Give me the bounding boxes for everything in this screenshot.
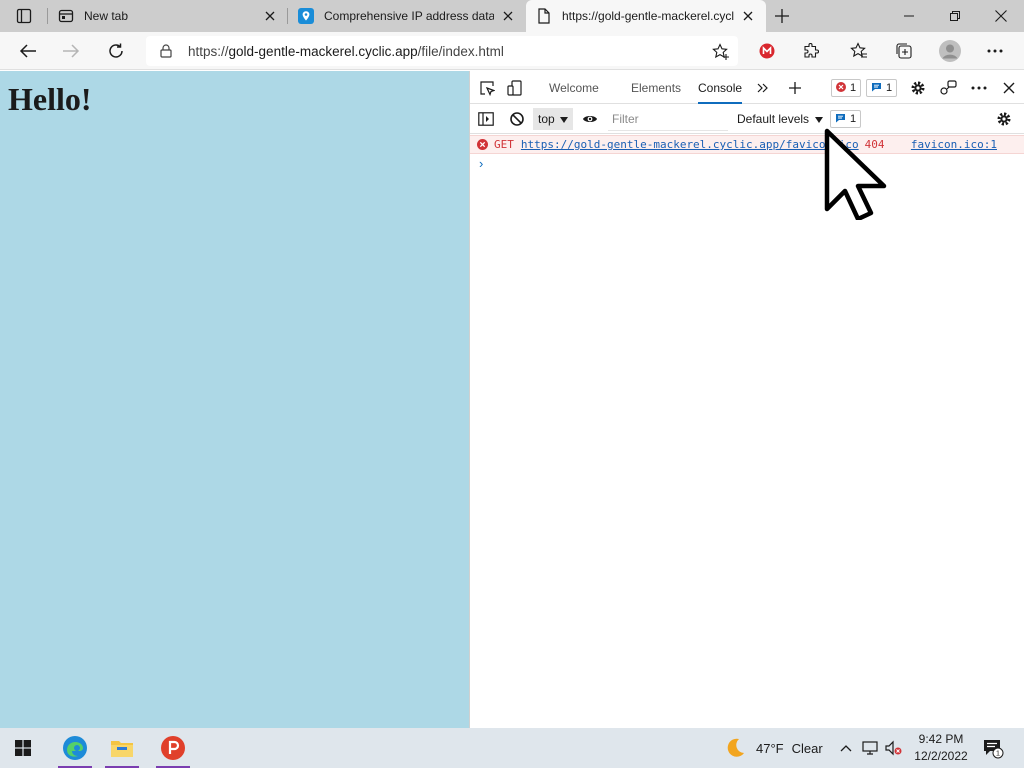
clock-time: 9:42 PM	[918, 732, 964, 746]
device-emulation-icon[interactable]	[505, 78, 525, 98]
profile-avatar-icon[interactable]	[935, 36, 965, 66]
address-bar[interactable]: https://gold-gentle-mackerel.cyclic.app/…	[146, 36, 738, 66]
close-tab-icon[interactable]	[262, 8, 278, 24]
source-location-link[interactable]: favicon.ico:1	[911, 138, 997, 151]
console-settings-gear-icon[interactable]	[994, 109, 1014, 129]
live-expression-eye-icon[interactable]	[580, 109, 600, 129]
file-explorer-folder-icon[interactable]	[99, 728, 145, 768]
request-method: GET	[494, 138, 514, 151]
notification-center-icon[interactable]: 1	[982, 728, 1004, 768]
issues-count: 1	[850, 113, 857, 125]
notification-count: 1	[996, 749, 1000, 758]
taskbar: 47°F Clear 9:42 PM 12/2/2022 1	[0, 728, 1024, 768]
close-tab-icon[interactable]	[740, 8, 756, 24]
more-tabs-chevron-icon[interactable]	[753, 78, 773, 98]
weather-description: Clear	[791, 740, 823, 756]
dropdown-triangle-icon	[815, 112, 824, 126]
taskbar-clock[interactable]: 9:42 PM 12/2/2022	[908, 731, 974, 765]
postman-app-icon[interactable]	[150, 728, 196, 768]
tab-console[interactable]: Console	[698, 71, 743, 104]
network-icon[interactable]	[862, 728, 878, 768]
page-document-icon	[536, 8, 552, 24]
tab-title: Comprehensive IP address data,	[324, 9, 494, 23]
log-levels-label: Default levels	[737, 112, 810, 126]
close-devtools-icon[interactable]	[999, 78, 1019, 98]
console-toolbar: top Default levels 1	[470, 104, 1024, 134]
lock-icon[interactable]	[158, 43, 174, 59]
url-host: gold-gentle-mackerel.cyclic.app	[228, 43, 418, 59]
log-levels-dropdown[interactable]: Default levels	[737, 108, 824, 130]
tab-title: New tab	[84, 9, 129, 23]
issues-message-icon	[835, 113, 846, 126]
weather-temperature: 47°F	[756, 740, 784, 756]
message-count: 1	[886, 82, 893, 94]
new-tab-icon	[58, 8, 74, 24]
devtools-settings-gear-icon[interactable]	[908, 78, 928, 98]
devtools-panel: Welcome Elements Console 1 1 top Filter …	[469, 71, 1024, 728]
page-heading: Hello!	[8, 81, 92, 117]
refresh-icon[interactable]	[101, 36, 131, 66]
error-count-badge[interactable]: 1	[831, 79, 862, 97]
add-tool-plus-icon[interactable]	[785, 78, 805, 98]
page-viewport: Hello!	[0, 71, 469, 728]
mega-extension-icon[interactable]	[752, 36, 782, 66]
console-error-message: GET https://gold-gentle-mackerel.cyclic.…	[470, 135, 1024, 154]
location-pin-favicon-icon	[298, 8, 314, 24]
error-icon	[836, 81, 846, 95]
context-value: top	[538, 112, 555, 126]
devtools-more-icon[interactable]	[969, 78, 989, 98]
forward-arrow-icon[interactable]	[56, 36, 86, 66]
url-path: /file/index.html	[417, 43, 504, 59]
connection-feedback-icon[interactable]	[938, 78, 958, 98]
tab-new-tab[interactable]: New tab	[48, 0, 288, 32]
message-icon	[871, 82, 882, 95]
url-scheme: https://	[188, 43, 229, 59]
tab-strip: New tab Comprehensive IP address data, h…	[0, 0, 1024, 32]
windows-start-icon[interactable]	[0, 728, 46, 768]
extensions-puzzle-icon[interactable]	[796, 36, 826, 66]
settings-more-icon[interactable]	[980, 36, 1010, 66]
sidebar-toggle-icon[interactable]	[476, 109, 496, 129]
volume-muted-icon[interactable]	[885, 728, 903, 768]
back-arrow-icon[interactable]	[13, 36, 43, 66]
console-filter-input[interactable]	[608, 107, 728, 131]
error-circle-icon	[477, 139, 488, 150]
clock-date: 12/2/2022	[914, 749, 968, 763]
minimize-icon[interactable]	[886, 0, 932, 32]
tab-title: https://gold-gentle-mackerel.cyclic.app/…	[562, 9, 734, 23]
new-tab-plus-icon[interactable]	[770, 4, 794, 28]
tab-ip-address-data[interactable]: Comprehensive IP address data,	[288, 0, 526, 32]
prompt-chevron: ›	[479, 155, 484, 171]
message-count-badge[interactable]: 1	[866, 79, 898, 97]
request-status: 404	[864, 138, 885, 151]
moon-weather-icon	[724, 736, 746, 761]
console-prompt[interactable]: ›	[470, 154, 1024, 172]
tab-active-page[interactable]: https://gold-gentle-mackerel.cyclic.app/…	[526, 0, 766, 32]
context-selector[interactable]: top	[533, 108, 573, 130]
inspect-element-icon[interactable]	[477, 78, 497, 98]
dropdown-triangle-icon	[560, 112, 568, 126]
add-favorite-star-icon[interactable]	[712, 43, 730, 61]
request-url-link[interactable]: https://gold-gentle-mackerel.cyclic.app/…	[521, 138, 859, 151]
tab-actions-icon[interactable]	[8, 4, 40, 28]
show-hidden-icons-chevron-icon[interactable]	[840, 728, 852, 768]
tab-elements[interactable]: Elements	[631, 71, 681, 104]
tab-welcome[interactable]: Welcome	[549, 71, 599, 104]
favorites-star-icon[interactable]	[844, 36, 874, 66]
devtools-tab-bar: Welcome Elements Console 1 1	[470, 71, 1024, 104]
restore-icon[interactable]	[932, 0, 978, 32]
edge-browser-icon[interactable]	[52, 728, 98, 768]
console-output: GET https://gold-gentle-mackerel.cyclic.…	[470, 135, 1024, 172]
close-tab-icon[interactable]	[500, 8, 516, 24]
url-text[interactable]: https://gold-gentle-mackerel.cyclic.app/…	[188, 44, 504, 59]
collections-icon[interactable]	[889, 36, 919, 66]
clear-console-icon[interactable]	[507, 109, 527, 129]
close-window-icon[interactable]	[978, 0, 1024, 32]
weather-widget[interactable]: 47°F Clear	[724, 728, 823, 768]
error-count: 1	[850, 82, 857, 94]
issues-count-badge[interactable]: 1	[830, 110, 862, 128]
browser-toolbar: https://gold-gentle-mackerel.cyclic.app/…	[0, 32, 1024, 70]
